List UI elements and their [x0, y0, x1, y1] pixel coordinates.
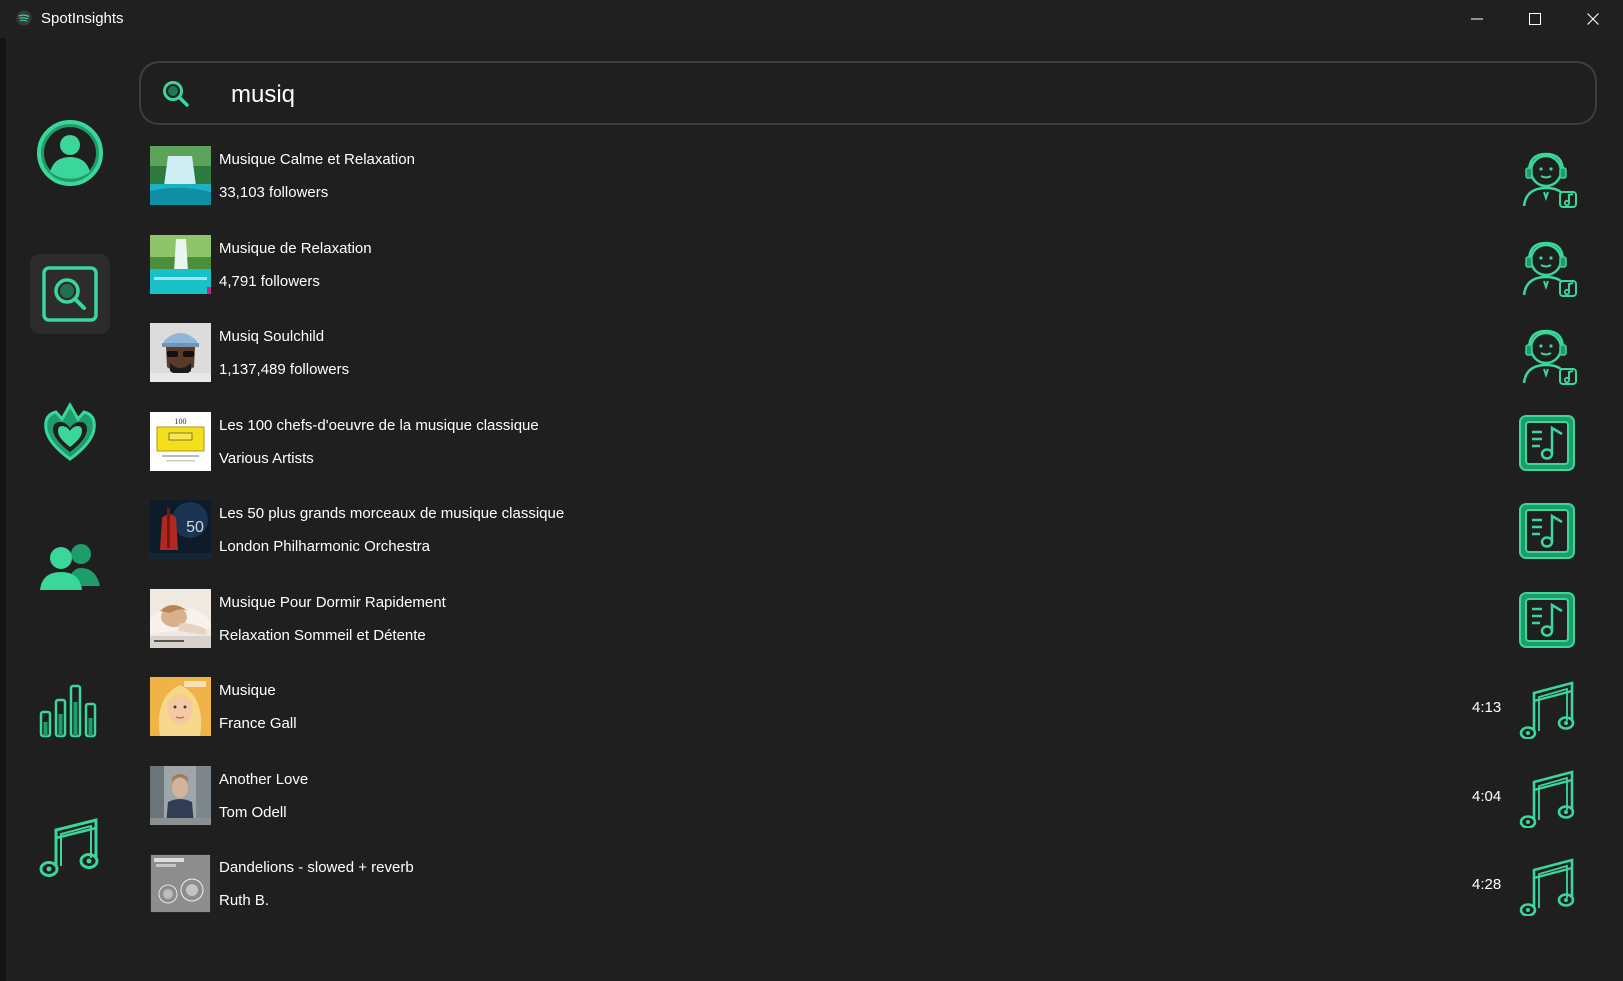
result-title: Musique [219, 682, 276, 699]
search-input[interactable] [229, 75, 1533, 115]
result-duration: 4:04 [1472, 787, 1502, 805]
title-bar: SpotInsights [0, 0, 1623, 38]
sidebar [6, 38, 130, 981]
result-duration: 4:28 [1472, 876, 1502, 893]
result-subtitle: Tom Odell [219, 803, 287, 821]
svg-text:50: 50 [186, 519, 204, 536]
result-type-button[interactable] [1516, 854, 1578, 917]
search-box[interactable] [139, 61, 1597, 125]
result-thumbnail [150, 765, 211, 825]
app-title: SpotInsights [41, 10, 124, 27]
result-subtitle: France Gall [219, 715, 297, 732]
sidebar-item-tracks[interactable] [30, 808, 110, 888]
result-duration: 4:13 [1472, 699, 1502, 716]
result-row[interactable]: Musique de Relaxation 4,791 followers [150, 234, 1590, 324]
music-note-icon [1519, 858, 1575, 917]
heart-crown-icon [44, 401, 96, 461]
result-thumbnail: 50 [150, 500, 211, 559]
cover-art-image [150, 234, 211, 294]
result-thumbnail [150, 234, 211, 294]
cover-art-image [150, 854, 211, 913]
result-thumbnail [150, 588, 211, 648]
close-icon [1587, 13, 1599, 25]
result-subtitle: Ruth B. [219, 892, 270, 909]
svg-text:100: 100 [175, 417, 187, 426]
minimize-button[interactable] [1448, 0, 1506, 38]
maximize-button[interactable] [1506, 0, 1564, 38]
result-subtitle: 4,791 followers [219, 272, 320, 290]
sidebar-item-stats[interactable] [30, 668, 110, 748]
result-title: Les 100 chefs-d'oeuvre de la musique cla… [219, 416, 539, 434]
result-row[interactable]: Musique Calme et Relaxation 33,103 follo… [150, 146, 1590, 235]
result-type-button[interactable] [1516, 766, 1578, 829]
result-subtitle: 33,103 followers [219, 184, 329, 201]
music-note-icon [39, 818, 99, 877]
result-subtitle: Relaxation Sommeil et Détente [219, 626, 426, 644]
cover-art-image [150, 588, 211, 648]
artist-headphones-icon [1522, 329, 1577, 385]
minimize-icon [1471, 18, 1483, 20]
result-title: Musique de Relaxation [219, 239, 372, 257]
result-title: Dandelions - slowed + reverb [219, 859, 414, 876]
result-row[interactable]: 100 Les 100 chefs-d'oeuvre de la musique… [150, 411, 1590, 501]
artist-headphones-icon [1522, 241, 1577, 297]
cover-art-image [150, 146, 211, 205]
sidebar-item-profile[interactable] [30, 113, 110, 193]
album-note-icon [1519, 414, 1575, 471]
result-thumbnail [150, 146, 211, 205]
results-list: Musique Calme et Relaxation 33,103 follo… [150, 146, 1590, 943]
cover-art-image: 50 [150, 500, 211, 559]
result-type-button[interactable] [1516, 589, 1578, 651]
album-note-icon [1519, 503, 1575, 559]
music-note-icon [1519, 681, 1575, 740]
result-type-button[interactable] [1516, 323, 1578, 385]
result-subtitle: Various Artists [219, 449, 314, 467]
artist-headphones-icon [1522, 152, 1577, 208]
search-icon [163, 81, 189, 107]
result-thumbnail [150, 854, 211, 913]
result-subtitle: 1,137,489 followers [219, 361, 350, 378]
result-title: Musique Pour Dormir Rapidement [219, 593, 446, 611]
music-note-icon [1519, 769, 1575, 829]
result-row[interactable]: Musiq Soulchild 1,137,489 followers [150, 323, 1590, 412]
result-thumbnail [150, 323, 211, 382]
user-circle-icon [37, 120, 103, 186]
close-button[interactable] [1564, 0, 1622, 38]
sidebar-item-favorites[interactable] [30, 391, 110, 471]
cover-art-image [150, 323, 211, 382]
sidebar-item-search[interactable] [30, 254, 110, 334]
app-logo-icon [16, 10, 32, 26]
result-type-button[interactable] [1516, 146, 1578, 208]
result-type-button[interactable] [1516, 677, 1578, 740]
result-type-button[interactable] [1516, 412, 1578, 474]
result-row[interactable]: Another Love Tom Odell 4:04 [150, 765, 1590, 855]
cover-art-image: 100 [150, 411, 211, 471]
result-row[interactable]: 50 Les 50 plus grands morceaux de musiqu… [150, 500, 1590, 589]
users-icon [40, 544, 100, 590]
result-title: Musiq Soulchild [219, 328, 325, 345]
result-row[interactable]: Musique France Gall 4:13 [150, 677, 1590, 766]
result-type-button[interactable] [1516, 235, 1578, 297]
result-title: Les 50 plus grands morceaux de musique c… [219, 505, 565, 522]
result-row[interactable]: Musique Pour Dormir Rapidement Relaxatio… [150, 588, 1590, 678]
cover-art-image [150, 677, 211, 736]
result-row[interactable]: Dandelions - slowed + reverb Ruth B. 4:2… [150, 854, 1590, 943]
result-thumbnail [150, 677, 211, 736]
bar-chart-icon [39, 684, 97, 738]
result-title: Another Love [219, 770, 309, 788]
cover-art-image [150, 765, 211, 825]
result-subtitle: London Philharmonic Orchestra [219, 538, 430, 555]
album-note-icon [1519, 591, 1575, 648]
maximize-icon [1529, 13, 1541, 25]
sidebar-item-friends[interactable] [30, 528, 110, 608]
search-square-icon [42, 266, 98, 322]
result-title: Musique Calme et Relaxation [219, 151, 415, 168]
result-thumbnail: 100 [150, 411, 211, 471]
result-type-button[interactable] [1516, 500, 1578, 562]
